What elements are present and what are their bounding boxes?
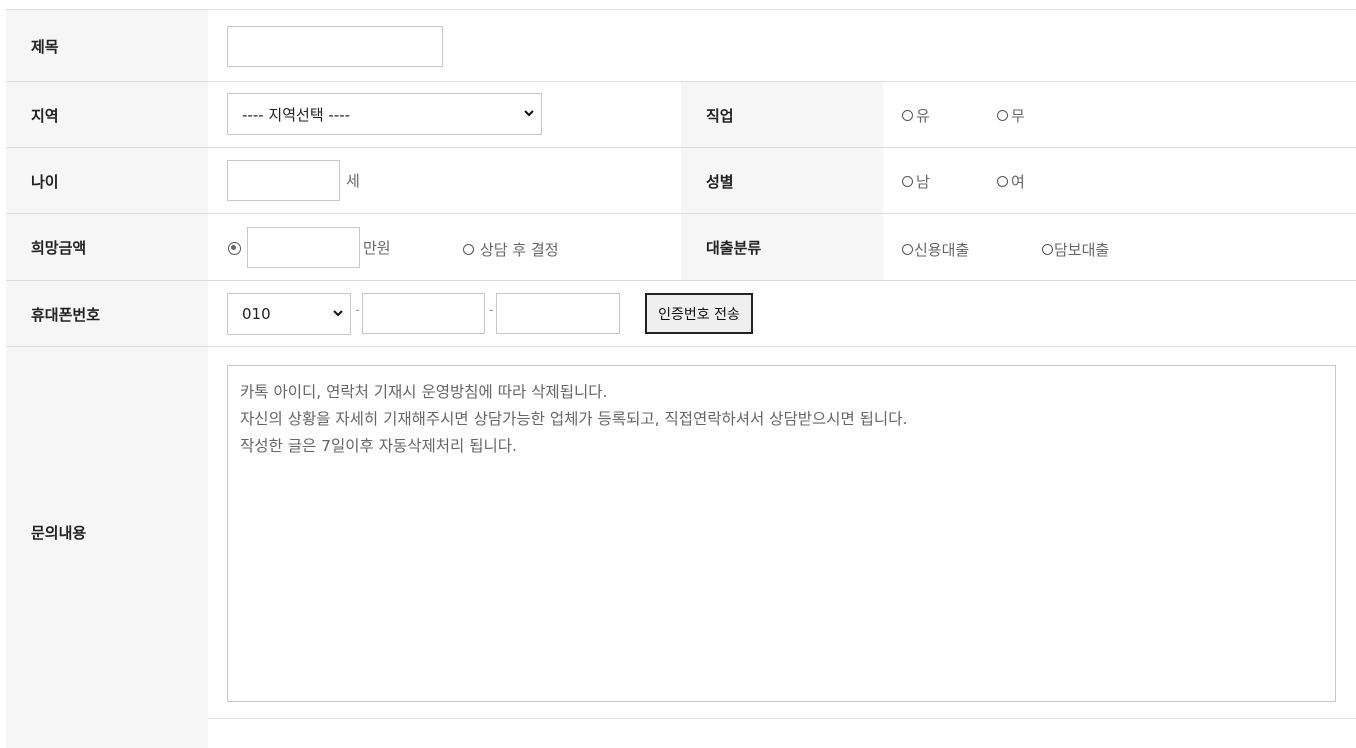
- loan-radio-credit[interactable]: 신용대출: [902, 239, 969, 260]
- radio-circle-icon: [997, 176, 1008, 187]
- amount-radio-selected[interactable]: [228, 242, 241, 255]
- phone-last-input[interactable]: [496, 293, 620, 334]
- radio-circle-icon: [902, 176, 913, 187]
- row-title: 제목: [6, 9, 1356, 82]
- amount-label: 희망금액: [6, 214, 208, 281]
- amount-input[interactable]: [247, 227, 360, 268]
- row-phone: 휴대폰번호 010 - - 인증번호 전송: [6, 280, 1356, 347]
- radio-circle-icon: [902, 244, 913, 255]
- loan-option-credit-label: 신용대출: [914, 241, 970, 259]
- inquiry-placeholder-line: 자신의 상황을 자세히 기재해주시면 상담가능한 업체가 등록되고, 직접연락하…: [240, 410, 908, 428]
- inquiry-placeholder-line: 작성한 글은 7일이후 자동삭제처리 됩니다.: [240, 437, 517, 455]
- radio-circle-icon: [997, 110, 1008, 121]
- age-input[interactable]: [227, 160, 340, 201]
- gender-radio-female[interactable]: 여: [997, 171, 1025, 192]
- gender-label: 성별: [681, 148, 883, 214]
- radio-circle-icon: [1042, 244, 1053, 255]
- age-label: 나이: [6, 148, 208, 214]
- loan-type-label: 대출분류: [681, 214, 883, 281]
- row-age-gender: 나이 세 성별 남 여: [6, 147, 1356, 214]
- inquiry-placeholder-line: 카톡 아이디, 연락처 기재시 운영방침에 따라 삭제됩니다.: [240, 383, 608, 401]
- row-next: [6, 718, 1356, 748]
- phone-middle-input[interactable]: [362, 293, 485, 334]
- job-option-no-label: 무: [1011, 107, 1025, 125]
- age-unit: 세: [346, 172, 360, 190]
- phone-prefix-select[interactable]: 010: [227, 293, 351, 335]
- radio-circle-icon: [463, 244, 474, 255]
- phone-separator: -: [489, 303, 494, 318]
- chevron-down-icon: [333, 310, 343, 317]
- amount-consult-label: 상담 후 결정: [480, 241, 559, 259]
- send-verification-button[interactable]: 인증번호 전송: [645, 293, 753, 334]
- row-region-job: 지역 ---- 지역선택 ---- 직업 유 무: [6, 81, 1356, 148]
- job-radio-no[interactable]: 무: [997, 105, 1025, 126]
- amount-radio-consult[interactable]: 상담 후 결정: [463, 239, 559, 260]
- inquiry-textarea[interactable]: 카톡 아이디, 연락처 기재시 운영방침에 따라 삭제됩니다. 자신의 상황을 …: [227, 365, 1336, 702]
- region-label: 지역: [6, 82, 208, 148]
- gender-radio-male[interactable]: 남: [902, 171, 930, 192]
- loan-option-collateral-label: 담보대출: [1054, 241, 1110, 259]
- row-inquiry: 문의내용 카톡 아이디, 연락처 기재시 운영방침에 따라 삭제됩니다. 자신의…: [6, 346, 1356, 719]
- radio-circle-icon: [902, 110, 913, 121]
- job-label: 직업: [681, 82, 883, 148]
- inquiry-label: 문의내용: [6, 347, 208, 718]
- phone-prefix-value: 010: [242, 305, 271, 323]
- region-select[interactable]: ---- 지역선택 ----: [227, 93, 542, 135]
- row-amount-loan: 희망금액 만원 상담 후 결정 대출분류 신용대출 담보대출: [6, 213, 1356, 281]
- loan-radio-collateral[interactable]: 담보대출: [1042, 239, 1109, 260]
- phone-label: 휴대폰번호: [6, 281, 208, 347]
- title-label: 제목: [6, 10, 208, 82]
- gender-option-female-label: 여: [1011, 173, 1025, 191]
- phone-separator: -: [355, 303, 360, 318]
- amount-unit: 만원: [363, 239, 391, 257]
- title-input[interactable]: [227, 26, 443, 67]
- job-option-yes-label: 유: [916, 107, 930, 125]
- region-select-value: ---- 지역선택 ----: [242, 105, 351, 124]
- gender-option-male-label: 남: [916, 173, 930, 191]
- job-radio-yes[interactable]: 유: [902, 105, 930, 126]
- chevron-down-icon: [524, 110, 534, 117]
- next-row-label: [6, 718, 208, 748]
